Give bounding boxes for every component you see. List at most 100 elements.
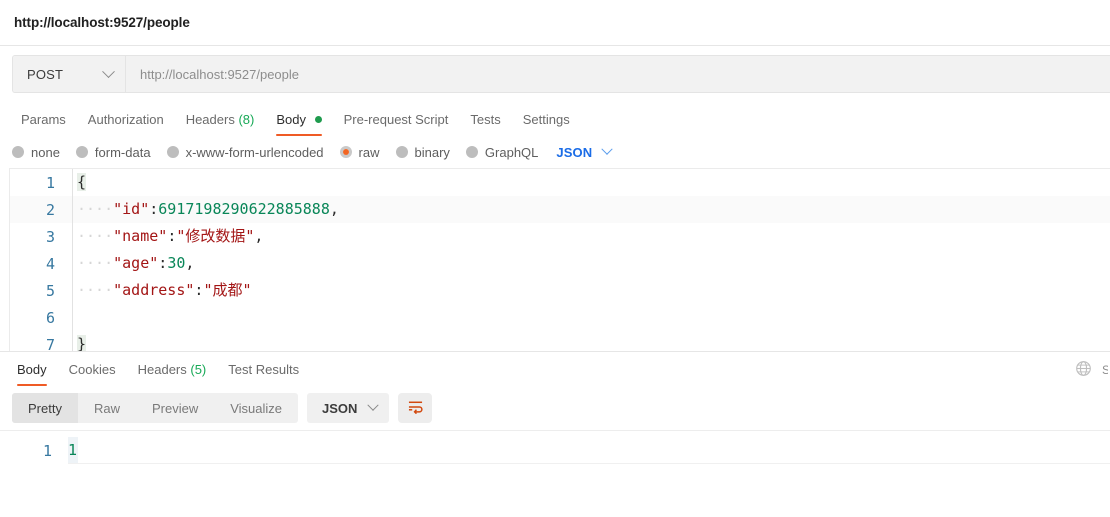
code-line[interactable]: 1{ — [10, 169, 1110, 196]
response-tab-headers-label: Headers — [137, 362, 187, 377]
response-view-preview[interactable]: Preview — [136, 393, 214, 423]
response-tab-test-results[interactable]: Test Results — [217, 363, 310, 386]
radio-icon — [12, 146, 24, 158]
body-type-form-data[interactable]: form-data — [75, 144, 151, 160]
request-body-editor[interactable]: 1{2 ····"id":6917198290622885888, 3 ····"na… — [9, 168, 1110, 351]
code-line-text — [72, 304, 1110, 331]
radio-icon — [75, 146, 88, 158]
response-format-select[interactable]: JSON — [307, 393, 390, 423]
body-type-urlencoded[interactable]: x-www-form-urlencoded — [166, 144, 324, 160]
code-line-text: ····"id":6917198290622885888, — [72, 196, 1110, 223]
body-type-raw-label: raw — [358, 144, 380, 160]
request-tabs: Params Authorization Headers (8) Body Pr… — [0, 102, 1110, 136]
tab-authorization[interactable]: Authorization — [77, 113, 175, 136]
response-view-pretty[interactable]: Pretty — [12, 393, 78, 423]
line-number: 5 — [45, 281, 55, 300]
code-line[interactable]: 2 ····"id":6917198290622885888, — [10, 196, 1110, 223]
response-tabs-actions: S — [1075, 360, 1110, 386]
line-number: 7 — [45, 335, 55, 352]
code-token: "id" — [113, 200, 150, 218]
word-wrap-icon — [407, 399, 424, 417]
tab-body-label: Body — [276, 112, 306, 127]
tab-authorization-label: Authorization — [87, 112, 164, 127]
response-tabs: Body Cookies Headers (5) Test Results S — [0, 352, 1110, 386]
response-code-line[interactable]: 11 — [0, 437, 1110, 464]
response-view-pretty-label: Pretty — [28, 400, 62, 416]
response-view-toolbar: Pretty Raw Preview Visualize JSON — [0, 386, 1110, 430]
url-input[interactable]: http://localhost:9527/people — [126, 56, 1110, 92]
radio-icon — [395, 146, 408, 158]
page-title: http://localhost:9527/people — [14, 15, 190, 30]
tab-headers-label: Headers — [185, 112, 235, 127]
code-token: } — [77, 335, 87, 351]
response-code-line-text: 1 — [68, 437, 1110, 464]
code-token: , — [254, 227, 264, 245]
response-tab-test-results-label: Test Results — [228, 362, 300, 377]
body-type-row: none form-data x-www-form-urlencoded raw… — [0, 136, 1110, 168]
response-tab-body-label: Body — [17, 362, 47, 377]
body-type-graphql-label: GraphQL — [484, 144, 539, 160]
body-type-none-label: none — [31, 144, 60, 160]
tab-body[interactable]: Body — [265, 113, 332, 136]
code-token: , — [185, 254, 195, 272]
http-method-select[interactable]: POST — [13, 56, 126, 92]
tab-settings[interactable]: Settings — [512, 113, 581, 136]
url-row: POST http://localhost:9527/people — [0, 46, 1110, 102]
code-line[interactable]: 5 ····"address":"成都" — [10, 277, 1110, 304]
tab-headers[interactable]: Headers (8) — [175, 113, 266, 136]
line-number: 2 — [45, 200, 55, 219]
code-token: 6917198290622885888 — [158, 200, 330, 218]
response-view-visualize[interactable]: Visualize — [214, 393, 298, 423]
chevron-down-icon — [102, 64, 115, 78]
chevron-down-icon — [367, 399, 380, 411]
response-body-code[interactable]: 11 — [0, 437, 1110, 464]
code-token: "address" — [113, 281, 195, 299]
raw-format-label: JSON — [556, 144, 593, 160]
response-view-switcher: Pretty Raw Preview Visualize — [12, 393, 299, 423]
save-response-partial[interactable]: S — [1102, 363, 1108, 377]
code-token: "age" — [113, 254, 159, 272]
code-line-text: ····"age":30, — [72, 250, 1110, 277]
raw-format-select[interactable]: JSON — [556, 143, 613, 160]
code-line[interactable]: 3 ····"name":"修改数据", — [10, 223, 1110, 250]
code-token: ···· — [77, 281, 114, 299]
tab-tests-label: Tests — [470, 112, 501, 127]
body-type-graphql[interactable]: GraphQL — [465, 144, 539, 160]
code-line-text: ····"address":"成都" — [72, 277, 1110, 304]
body-type-form-data-label: form-data — [94, 144, 151, 160]
tab-pre-request-script[interactable]: Pre-request Script — [333, 113, 460, 136]
tab-pre-request-script-label: Pre-request Script — [343, 112, 449, 127]
body-modified-dot-icon — [314, 116, 322, 123]
response-tab-cookies[interactable]: Cookies — [58, 363, 127, 386]
tab-tests[interactable]: Tests — [459, 113, 511, 136]
code-token: , — [329, 200, 339, 218]
word-wrap-button[interactable] — [398, 393, 433, 423]
body-type-binary-label: binary — [414, 144, 450, 160]
code-line[interactable]: 6 — [10, 304, 1110, 331]
response-tab-body[interactable]: Body — [6, 363, 58, 386]
response-view-raw[interactable]: Raw — [78, 393, 136, 423]
body-type-none[interactable]: none — [12, 145, 60, 160]
tab-params[interactable]: Params — [10, 113, 77, 136]
response-body-viewer[interactable]: 11 — [0, 430, 1110, 464]
response-tab-cookies-label: Cookies — [68, 362, 116, 377]
response-tab-headers[interactable]: Headers (5) — [127, 363, 218, 386]
response-view-visualize-label: Visualize — [230, 400, 283, 416]
response-view-raw-label: Raw — [93, 400, 120, 416]
globe-icon[interactable] — [1075, 360, 1092, 380]
body-type-binary[interactable]: binary — [395, 144, 450, 160]
tab-params-label: Params — [21, 112, 66, 127]
code-token: : — [167, 227, 177, 245]
request-body-code[interactable]: 1{2 ····"id":6917198290622885888, 3 ····"na… — [10, 169, 1110, 351]
code-line[interactable]: 7} — [10, 331, 1110, 351]
response-format-label: JSON — [322, 400, 358, 416]
code-line[interactable]: 4 ····"age":30, — [10, 250, 1110, 277]
http-method-label: POST — [27, 66, 64, 82]
body-type-urlencoded-label: x-www-form-urlencoded — [185, 144, 324, 160]
chevron-down-icon — [601, 143, 613, 155]
body-type-raw[interactable]: raw — [339, 144, 380, 160]
code-token: : — [149, 200, 159, 218]
code-token: "name" — [113, 227, 168, 245]
code-token: : — [158, 254, 168, 272]
line-number: 6 — [45, 308, 55, 327]
